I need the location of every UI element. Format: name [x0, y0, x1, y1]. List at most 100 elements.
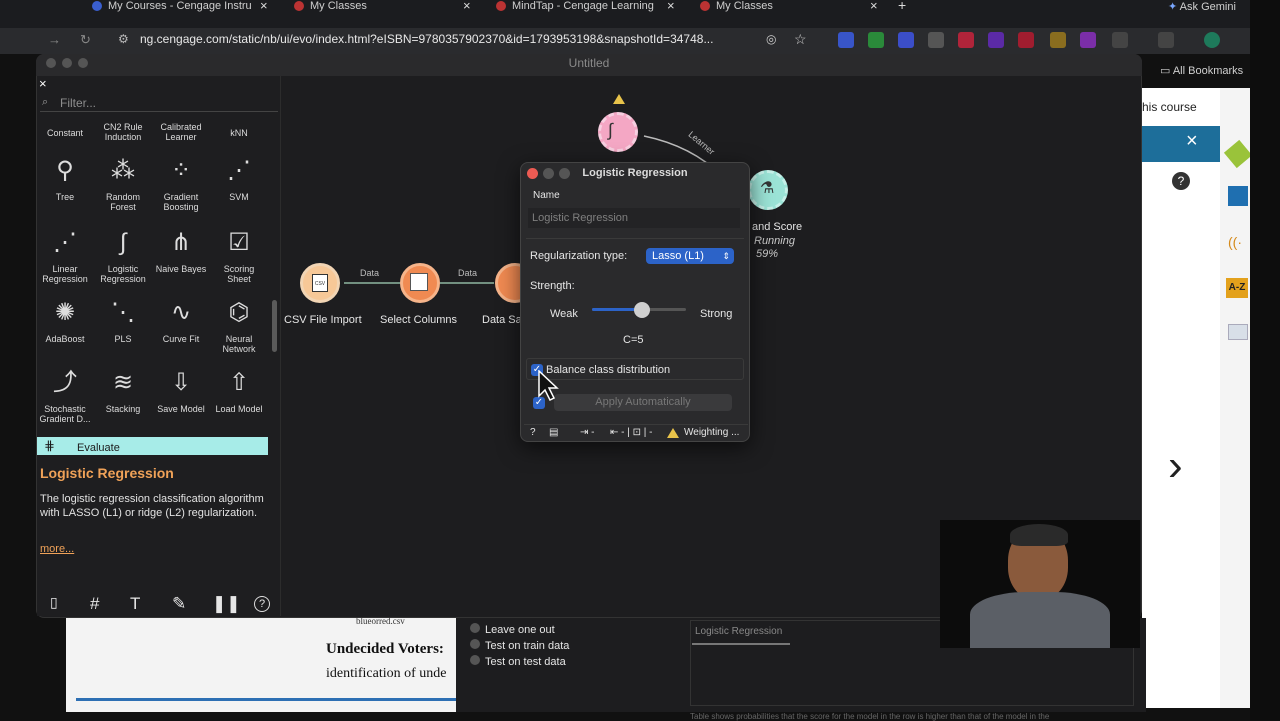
widget-naive-bayes[interactable]: ⋔ Naive Bayes [153, 226, 209, 274]
bookmark-star-icon[interactable]: ☆ [794, 31, 807, 48]
help-icon[interactable]: ? [1172, 172, 1190, 190]
tab-search-icon[interactable] [1158, 32, 1174, 48]
widget-load-model[interactable]: ⇧ Load Model [211, 366, 267, 414]
widget-label: kNN [230, 128, 248, 138]
radio-icon [470, 623, 480, 633]
zoom-dialog-button[interactable] [559, 168, 570, 179]
window-title: Untitled [36, 54, 1142, 76]
panel-scrollbar[interactable] [272, 300, 277, 352]
book-icon[interactable] [1228, 186, 1248, 206]
readspeaker-icon[interactable]: ((· [1228, 234, 1242, 250]
info-icon[interactable]: ▯ [50, 594, 58, 611]
extension-icon[interactable] [1050, 32, 1066, 48]
close-window-button[interactable] [46, 58, 56, 68]
url-field[interactable]: ng.cengage.com/static/nb/ui/evo/index.ht… [140, 32, 713, 46]
minimize-dialog-button[interactable] [543, 168, 554, 179]
browser-tab[interactable]: My Courses - Cengage Instru [92, 0, 262, 14]
radio-test-on-test[interactable]: Test on test data [470, 655, 566, 668]
widget-svm[interactable]: ⋰ SVM [211, 154, 267, 202]
table-header: Logistic Regression [695, 626, 783, 637]
node-label: Data Sa [482, 314, 522, 326]
browser-tab-active[interactable]: MindTap - Cengage Learning [496, 0, 666, 14]
widget-pls[interactable]: ⋱ PLS [95, 296, 151, 344]
close-tab-icon[interactable]: × [463, 0, 471, 13]
widget-save-model[interactable]: ⇩ Save Model [153, 366, 209, 414]
widget-calibrated[interactable]: Calibrated Learner [153, 122, 209, 142]
close-tab-icon[interactable]: × [260, 0, 268, 13]
filter-input[interactable]: Filter... [40, 94, 278, 112]
ask-gemini-button[interactable]: ✦ Ask Gemini [1168, 0, 1236, 14]
new-tab-button[interactable]: + [898, 0, 906, 11]
widget-tree[interactable]: ⚲ Tree [37, 154, 93, 202]
course-link[interactable]: his course [1142, 100, 1197, 114]
all-bookmarks[interactable]: ▭ All Bookmarks [1160, 64, 1243, 77]
close-pane-icon[interactable]: × [1186, 130, 1198, 153]
extension-icon[interactable] [988, 32, 1004, 48]
widget-curve-fit[interactable]: ∿ Curve Fit [153, 296, 209, 344]
forward-icon[interactable]: → [48, 32, 61, 47]
extension-icon[interactable] [1018, 32, 1034, 48]
widget-stacking[interactable]: ≋ Stacking [95, 366, 151, 414]
flashcards-icon[interactable] [1228, 324, 1248, 340]
zoom-window-button[interactable] [78, 58, 88, 68]
extension-icon[interactable] [1080, 32, 1096, 48]
warning-text[interactable]: Weighting ... [684, 427, 739, 438]
close-tab-icon[interactable]: × [667, 0, 675, 13]
help-icon[interactable]: ? [530, 427, 536, 438]
arrow-annotation-icon[interactable]: ✎ [172, 594, 186, 614]
name-input[interactable] [528, 208, 740, 228]
widget-random-forest[interactable]: ⁂ Random Forest [95, 154, 151, 212]
site-info-icon[interactable]: ⚙ [118, 32, 129, 46]
puzzle-icon[interactable] [1112, 32, 1128, 48]
reload-icon[interactable]: ↻ [80, 32, 91, 48]
widget-cn2[interactable]: CN2 Rule Induction [95, 122, 151, 142]
strength-label: Strength: [530, 280, 575, 292]
widget-constant[interactable]: Constant [37, 128, 93, 138]
pause-icon[interactable]: ❚❚ [212, 594, 241, 614]
widget-sgd[interactable]: ⤴ Stochastic Gradient D... [37, 366, 93, 424]
next-page-icon[interactable]: › [1168, 444, 1183, 488]
widget-label: Stochastic Gradient D... [39, 404, 91, 424]
more-link[interactable]: more... [40, 543, 74, 555]
close-dialog-button[interactable] [527, 168, 538, 179]
extension-icon[interactable] [838, 32, 854, 48]
browser-tab[interactable]: My Classes [700, 0, 870, 14]
extension-icon[interactable] [958, 32, 974, 48]
close-tab-icon[interactable]: × [870, 0, 878, 13]
regularization-select[interactable]: Lasso (L1) ⇕ [646, 248, 734, 264]
section-heading: Undecided Voters: [326, 641, 444, 657]
minimize-window-button[interactable] [62, 58, 72, 68]
extension-icon[interactable] [898, 32, 914, 48]
webcam-overlay [940, 520, 1140, 648]
notion-icon[interactable] [928, 32, 944, 48]
strength-slider-knob[interactable] [634, 302, 650, 318]
widget-neural-network[interactable]: ⌬ Neural Network [211, 296, 267, 354]
widget-logistic-regression[interactable]: ∫ Logistic Regression [95, 226, 151, 284]
widget-knn[interactable]: kNN [211, 128, 267, 138]
profile-avatar[interactable] [1204, 32, 1220, 48]
widget-gradient-boosting[interactable]: ⁘ Gradient Boosting [153, 154, 209, 212]
balance-label: Balance class distribution [546, 364, 671, 376]
logistic-regression-node[interactable] [598, 112, 638, 152]
close-panel-icon[interactable]: × [39, 76, 47, 91]
widget-label: Constant [46, 128, 84, 138]
widget-scoring-sheet[interactable]: ☑ Scoring Sheet [211, 226, 267, 284]
report-icon[interactable]: ▤ [549, 427, 558, 438]
widget-adaboost[interactable]: ✺ AdaBoost [37, 296, 93, 344]
radio-test-on-train[interactable]: Test on train data [470, 639, 569, 652]
glossary-icon[interactable]: A-Z [1226, 278, 1248, 298]
radio-leave-one-out[interactable]: Leave one out [470, 623, 555, 636]
help-icon[interactable]: ? [254, 596, 270, 612]
gemini-label: Ask Gemini [1179, 1, 1236, 13]
widget-label: Stacking [105, 404, 141, 414]
widget-linear-regression[interactable]: ⋰ Linear Regression [37, 226, 93, 284]
browser-tab[interactable]: My Classes [294, 0, 464, 14]
category-evaluate[interactable]: Evaluate [37, 437, 268, 455]
radio-label: Leave one out [485, 624, 555, 636]
extension-icon[interactable] [868, 32, 884, 48]
eye-off-icon[interactable]: ◎ [766, 32, 776, 46]
apply-button[interactable]: Apply Automatically [554, 394, 732, 411]
grid-icon[interactable]: # [90, 594, 99, 614]
warning-icon [613, 94, 625, 104]
text-annotation-icon[interactable]: T [130, 594, 140, 614]
